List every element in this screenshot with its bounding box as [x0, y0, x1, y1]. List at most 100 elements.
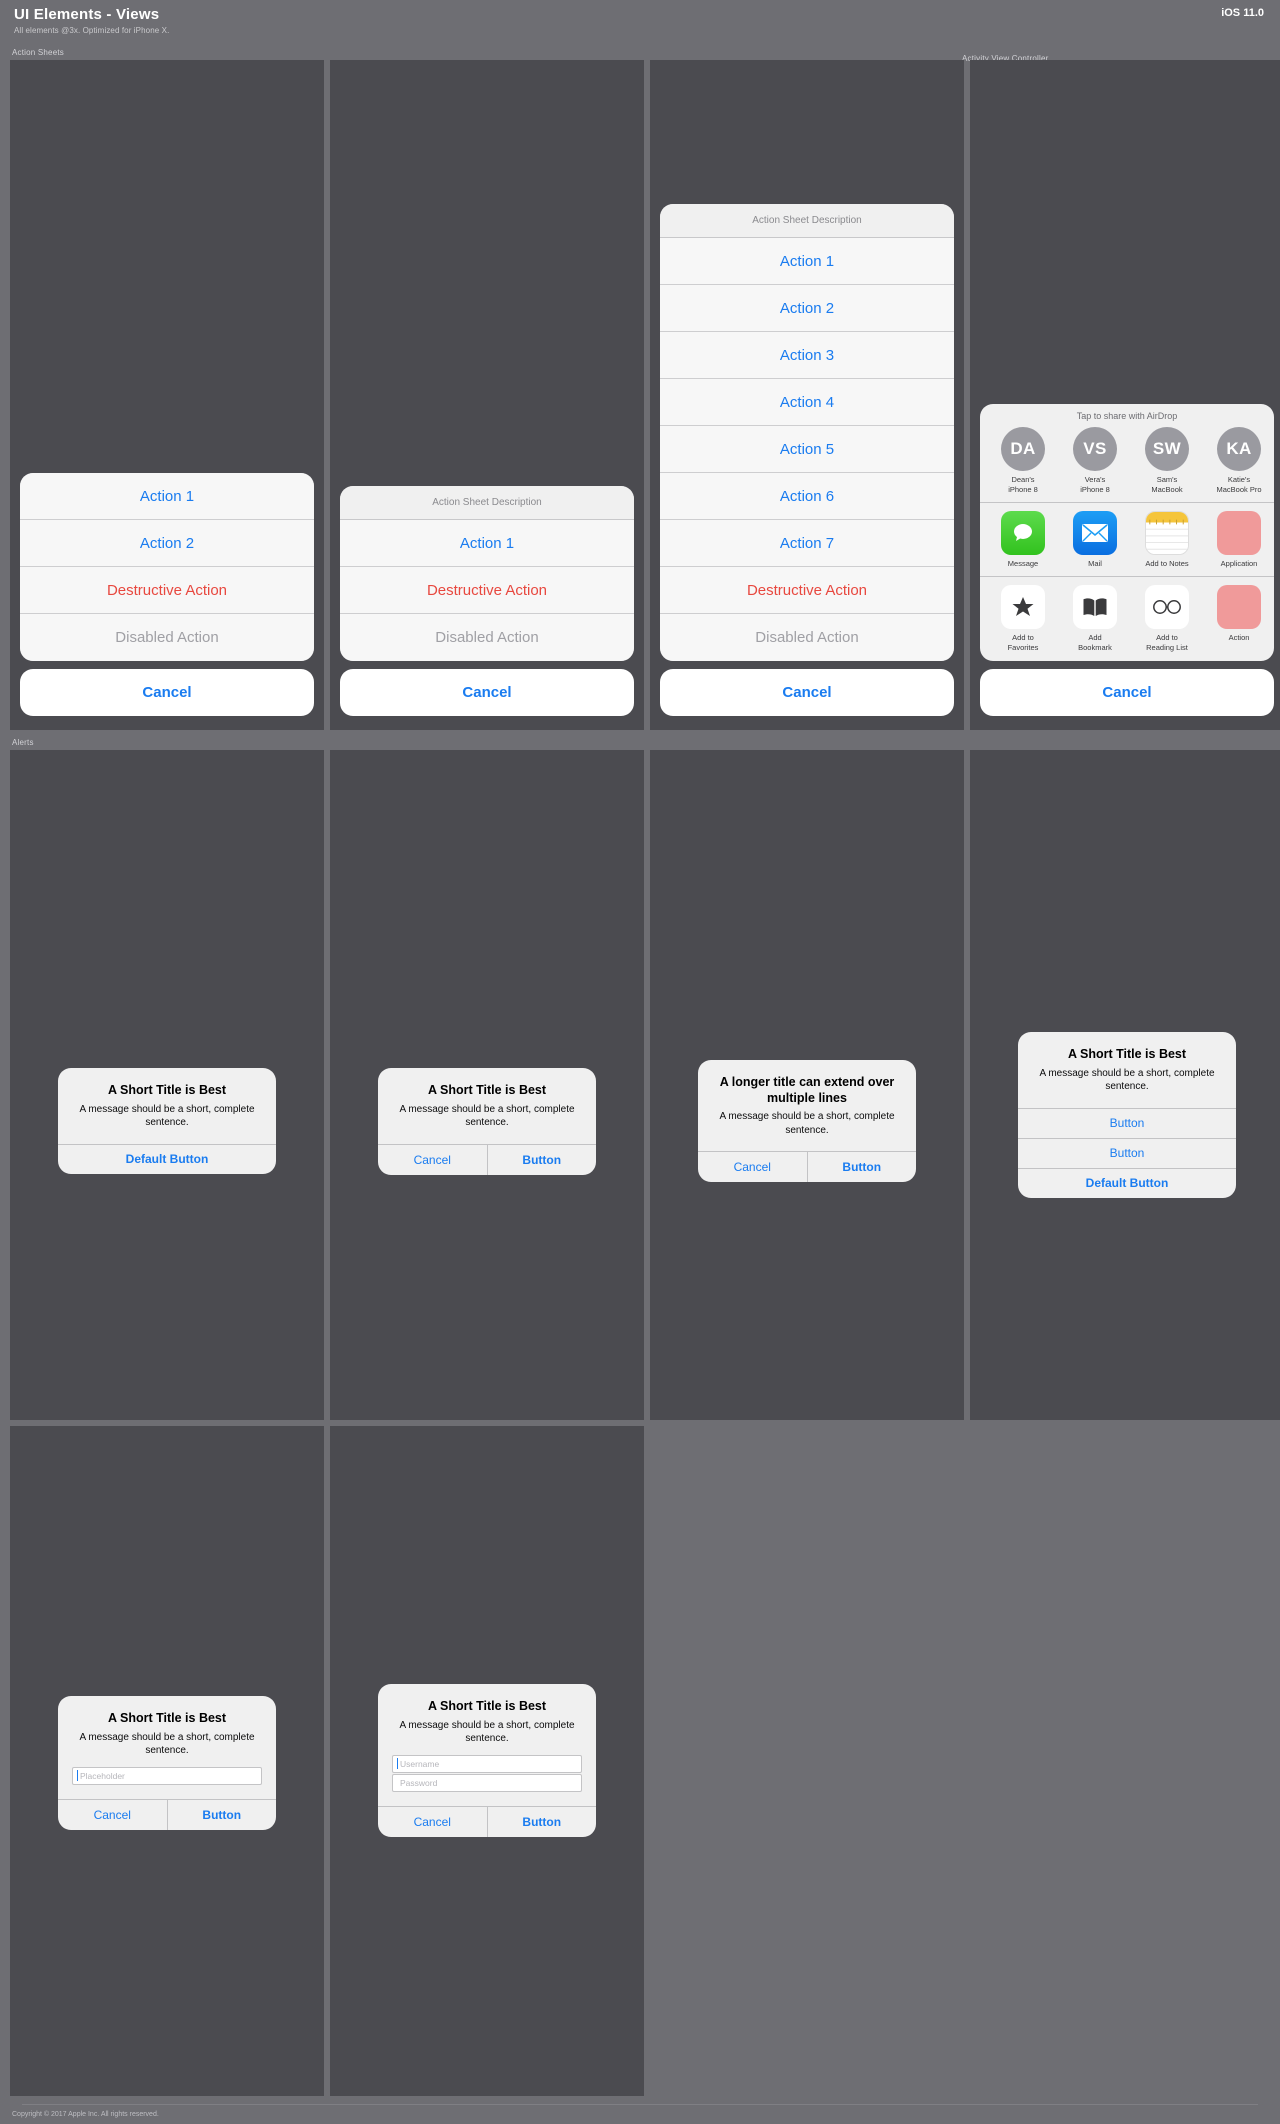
- alert-confirm-button[interactable]: Button: [806, 1152, 917, 1183]
- device-panel-alert-1: A Short Title is Best A message should b…: [10, 750, 324, 1420]
- empty-slot: [650, 1426, 964, 2096]
- alert-cancel-button[interactable]: Cancel: [698, 1152, 807, 1182]
- alert-button-row: Cancel Button: [378, 1143, 597, 1175]
- page-header: UI Elements - Views All elements @3x. Op…: [0, 0, 1280, 48]
- alert-message: A message should be a short, complete se…: [1039, 1067, 1215, 1093]
- action-sheet-1-destructive[interactable]: Destructive Action: [20, 567, 314, 614]
- airdrop-contact-label: Sam's MacBook: [1151, 475, 1183, 494]
- airdrop-contact[interactable]: KA Katie's MacBook Pro: [1208, 427, 1270, 494]
- share-app-message[interactable]: Message: [992, 511, 1054, 568]
- alert-cancel-button[interactable]: Cancel: [58, 1800, 167, 1830]
- alert-message: A message should be a short, complete se…: [79, 1731, 255, 1757]
- action-sheet-1-cancel[interactable]: Cancel: [20, 669, 314, 716]
- alert-body: A Short Title is Best A message should b…: [1018, 1032, 1236, 1108]
- share-action-reading-list[interactable]: Add to Reading List: [1136, 585, 1198, 652]
- alert-text-field[interactable]: Placeholder: [72, 1766, 262, 1785]
- alert-body: A Short Title is Best A message should b…: [58, 1696, 276, 1799]
- airdrop-contact[interactable]: VS Vera's iPhone 8: [1064, 427, 1126, 494]
- os-version-badge: iOS 11.0: [1221, 7, 1264, 19]
- avatar[interactable]: KA: [1217, 427, 1261, 472]
- alert-username-placeholder: Username: [400, 1758, 440, 1769]
- device-panel-alert-6: A Short Title is Best A message should b…: [330, 1426, 644, 2096]
- share-app-mail[interactable]: Mail: [1064, 511, 1126, 568]
- avatar[interactable]: SW: [1145, 427, 1189, 472]
- action-sheet-1-action-1[interactable]: Action 1: [20, 473, 314, 520]
- action-sheet-3-action-3[interactable]: Action 3: [660, 332, 954, 379]
- device-panel-alert-2: A Short Title is Best A message should b…: [330, 750, 644, 1420]
- text-caret: [397, 1777, 398, 1788]
- glasses-icon[interactable]: [1145, 585, 1189, 630]
- alert-cancel-button[interactable]: Cancel: [378, 1807, 487, 1837]
- alert-title: A Short Title is Best: [1067, 1047, 1187, 1061]
- action-sheet-3-destructive[interactable]: Destructive Action: [660, 567, 954, 614]
- alert-message: A message should be a short, complete se…: [399, 1103, 575, 1129]
- avatar[interactable]: DA: [1001, 427, 1045, 472]
- alert-title: A longer title can extend over multiple …: [719, 1075, 895, 1105]
- action-sheet-1-action-2[interactable]: Action 2: [20, 520, 314, 567]
- airdrop-contact[interactable]: SW Sam's MacBook: [1136, 427, 1198, 494]
- action-sheet-3-action-2[interactable]: Action 2: [660, 285, 954, 332]
- action-sheet-3-action-4[interactable]: Action 4: [660, 379, 954, 426]
- alert-message: A message should be a short, complete se…: [719, 1111, 895, 1136]
- copyright-text: Copyright © 2017 Apple Inc. All rights r…: [12, 2111, 159, 2118]
- activity-card: Tap to share with AirDrop DA Dean's iPho…: [980, 404, 1274, 661]
- alert-password-field[interactable]: Password: [392, 1773, 582, 1792]
- action-sheet-2-action-1[interactable]: Action 1: [340, 520, 634, 567]
- action-sheet-2-cancel[interactable]: Cancel: [340, 669, 634, 716]
- airdrop-contacts-row[interactable]: DA Dean's iPhone 8 VS Vera's iPhone 8 SW…: [980, 425, 1274, 502]
- alert-confirm-button[interactable]: Button: [486, 1806, 597, 1837]
- action-sheet-1-group: Action 1 Action 2 Destructive Action Dis…: [20, 473, 314, 661]
- share-action-generic[interactable]: Action: [1208, 585, 1270, 652]
- alert-default-button[interactable]: Default Button: [1018, 1167, 1236, 1198]
- star-icon[interactable]: [1001, 585, 1045, 630]
- airdrop-contact[interactable]: DA Dean's iPhone 8: [992, 427, 1054, 494]
- share-action-label: Add Bookmark: [1078, 633, 1112, 652]
- alert-button-1[interactable]: Button: [1018, 1107, 1236, 1138]
- alert-button-2[interactable]: Button: [1018, 1137, 1236, 1168]
- action-sheet-2-disabled: Disabled Action: [340, 614, 634, 661]
- alert-password-placeholder: Password: [400, 1777, 438, 1788]
- activity-sheet-cancel[interactable]: Cancel: [980, 669, 1274, 716]
- action-sheet-3-cancel[interactable]: Cancel: [660, 669, 954, 716]
- alert-title: A Short Title is Best: [107, 1083, 227, 1097]
- alert-stacked-buttons: A Short Title is Best A message should b…: [1018, 1032, 1236, 1198]
- avatar[interactable]: VS: [1073, 427, 1117, 472]
- mail-icon[interactable]: [1073, 511, 1117, 556]
- action-sheet-3-group: Action Sheet Description Action 1 Action…: [660, 204, 954, 661]
- page-footer: Copyright © 2017 Apple Inc. All rights r…: [0, 2098, 1280, 2124]
- share-action-label: Add to Favorites: [1007, 633, 1039, 652]
- alert-confirm-button[interactable]: Button: [486, 1144, 597, 1175]
- action-sheet-3-action-6[interactable]: Action 6: [660, 473, 954, 520]
- share-app-label: Message: [1007, 559, 1039, 569]
- share-apps-row[interactable]: Message Mail Add to Notes Application: [980, 502, 1274, 575]
- generic-action-icon[interactable]: [1217, 585, 1261, 630]
- alert-single-text-field: A Short Title is Best A message should b…: [58, 1696, 276, 1830]
- alert-button-row: Cancel Button: [378, 1805, 597, 1837]
- action-sheet-3-action-7[interactable]: Action 7: [660, 520, 954, 567]
- message-icon[interactable]: [1001, 511, 1045, 556]
- share-actions-row[interactable]: Add to Favorites Add Bookmark Add to Rea…: [980, 576, 1274, 661]
- alert-confirm-button[interactable]: Button: [166, 1799, 277, 1830]
- generic-app-icon[interactable]: [1217, 511, 1261, 556]
- device-panel-alert-3: A longer title can extend over multiple …: [650, 750, 964, 1420]
- alert-cancel-button[interactable]: Cancel: [378, 1145, 487, 1175]
- action-sheet-3-action-5[interactable]: Action 5: [660, 426, 954, 473]
- notes-icon[interactable]: [1145, 511, 1189, 556]
- book-icon[interactable]: [1073, 585, 1117, 630]
- action-sheet-3-action-1[interactable]: Action 1: [660, 238, 954, 285]
- action-sheet-2-destructive[interactable]: Destructive Action: [340, 567, 634, 614]
- alert-button-row: Cancel Button: [698, 1151, 917, 1183]
- action-sheet-1-disabled: Disabled Action: [20, 614, 314, 661]
- share-app-application[interactable]: Application: [1208, 511, 1270, 568]
- alert-username-field[interactable]: Username: [392, 1754, 582, 1773]
- action-sheet-2-description: Action Sheet Description: [340, 486, 634, 520]
- share-action-favorites[interactable]: Add to Favorites: [992, 585, 1054, 652]
- alert-default-button[interactable]: Default Button: [58, 1143, 276, 1174]
- action-sheet-2-group: Action Sheet Description Action 1 Destru…: [340, 486, 634, 661]
- device-panel-activity-view: Tap to share with AirDrop DA Dean's iPho…: [970, 60, 1280, 730]
- alert-default-button: A Short Title is Best A message should b…: [58, 1068, 276, 1174]
- alert-message: A message should be a short, complete se…: [399, 1719, 575, 1745]
- share-action-bookmark[interactable]: Add Bookmark: [1064, 585, 1126, 652]
- alert-message: A message should be a short, complete se…: [79, 1103, 255, 1129]
- share-app-notes[interactable]: Add to Notes: [1136, 511, 1198, 568]
